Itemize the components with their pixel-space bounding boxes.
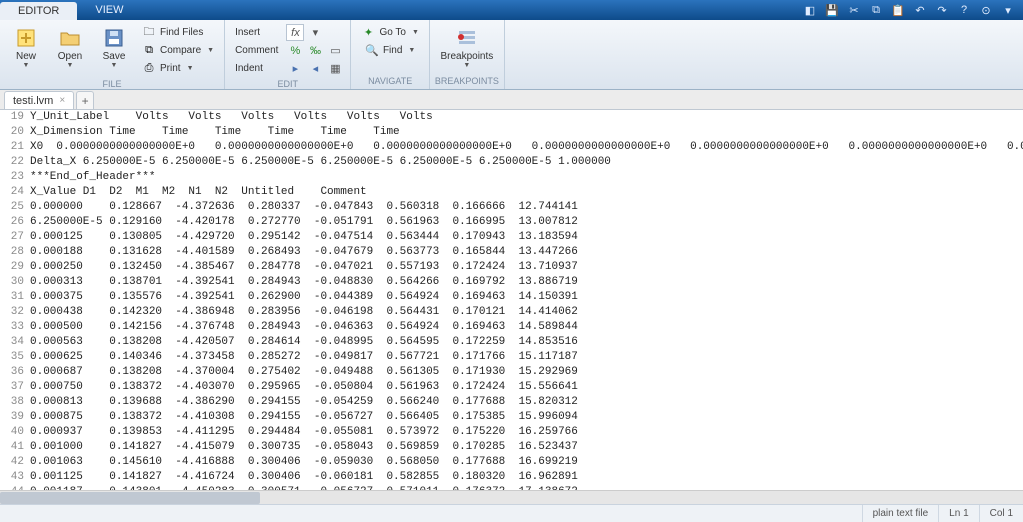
chevron-down-icon: ▼ xyxy=(67,62,74,69)
print-button[interactable]: ⎙ Print ▼ xyxy=(138,60,218,77)
open-folder-icon xyxy=(59,27,81,49)
status-col: Col 1 xyxy=(979,505,1023,522)
print-icon: ⎙ xyxy=(142,62,156,76)
app-tab-strip: EDITOR VIEW ◧ 💾 ✂ ⧉ 📋 ↶ ↷ ? ⊙ ▾ xyxy=(0,0,1023,20)
scrollbar-thumb[interactable] xyxy=(0,492,260,504)
insert-button[interactable]: Insert xyxy=(231,24,282,41)
code-content[interactable]: Y_Unit_Label Volts Volts Volts Volts Vol… xyxy=(30,110,1023,490)
compare-icon: ⧉ xyxy=(142,44,156,58)
file-tab[interactable]: testi.lvm × xyxy=(4,91,74,109)
save-icon[interactable]: 💾 xyxy=(823,2,841,18)
chevron-down-icon: ▼ xyxy=(187,65,194,72)
close-icon[interactable]: × xyxy=(59,95,65,106)
file-tab-bar: testi.lvm × + xyxy=(0,90,1023,110)
new-file-icon xyxy=(15,27,37,49)
indent-left-icon[interactable]: ◂ xyxy=(306,60,324,77)
find-files-button[interactable]: 🗀 Find Files xyxy=(138,24,218,41)
insert-dropdown-icon[interactable]: ▾ xyxy=(306,24,324,41)
editor-area: 19 20 21 22 23 24 25 26 27 28 29 30 31 3… xyxy=(0,110,1023,490)
chevron-down-icon: ▼ xyxy=(408,47,415,54)
find-icon: 🔍 xyxy=(365,44,379,58)
goto-icon: ✦ xyxy=(361,26,375,40)
save-icon xyxy=(103,27,125,49)
chevron-down-icon: ▼ xyxy=(23,62,30,69)
chevron-down-icon: ▼ xyxy=(111,62,118,69)
wrap-comment-icon[interactable]: ▭ xyxy=(326,42,344,59)
new-button[interactable]: New ▼ xyxy=(6,22,46,74)
add-tab-button[interactable]: + xyxy=(76,91,94,109)
undo-icon[interactable]: ↶ xyxy=(911,2,929,18)
minimize-ribbon-icon[interactable]: ▾ xyxy=(999,2,1017,18)
status-bar: plain text file Ln 1 Col 1 xyxy=(0,504,1023,522)
comment-button[interactable]: Comment xyxy=(231,42,282,59)
status-line: Ln 1 xyxy=(938,505,978,522)
status-filetype: plain text file xyxy=(862,505,939,522)
qa-icon-1[interactable]: ◧ xyxy=(801,2,819,18)
dropdown-icon[interactable]: ⊙ xyxy=(977,2,995,18)
ribbon-group-navigate: ✦ Go To ▼ 🔍 Find ▼ NAVIGATE xyxy=(351,20,429,89)
comment-icon[interactable]: % xyxy=(286,42,304,59)
goto-button[interactable]: ✦ Go To ▼ xyxy=(357,24,422,41)
redo-icon[interactable]: ↷ xyxy=(933,2,951,18)
fx-icon[interactable]: fx xyxy=(286,24,304,41)
line-gutter: 19 20 21 22 23 24 25 26 27 28 29 30 31 3… xyxy=(0,110,30,490)
chevron-down-icon: ▼ xyxy=(463,62,470,69)
group-label-breakpoints: BREAKPOINTS xyxy=(430,76,504,89)
help-icon[interactable]: ? xyxy=(955,2,973,18)
group-label-navigate: NAVIGATE xyxy=(351,76,428,89)
ribbon-group-edit: Insert Comment Indent fx ▾ % ‰ ▭ ▸ ◂ ▦ xyxy=(225,20,351,89)
breakpoints-button[interactable]: Breakpoints ▼ xyxy=(436,22,498,74)
tab-editor[interactable]: EDITOR xyxy=(0,2,77,20)
open-button[interactable]: Open ▼ xyxy=(50,22,90,74)
save-button[interactable]: Save ▼ xyxy=(94,22,134,74)
group-label-edit: EDIT xyxy=(225,79,350,89)
find-button[interactable]: 🔍 Find ▼ xyxy=(361,42,419,59)
smart-indent-icon[interactable]: ▦ xyxy=(326,60,344,77)
paste-icon[interactable]: 📋 xyxy=(889,2,907,18)
file-tab-label: testi.lvm xyxy=(13,95,53,107)
compare-button[interactable]: ⧉ Compare ▼ xyxy=(138,42,218,59)
horizontal-scrollbar[interactable] xyxy=(0,490,1023,504)
ribbon-group-breakpoints: Breakpoints ▼ BREAKPOINTS xyxy=(430,20,505,89)
cut-icon[interactable]: ✂ xyxy=(845,2,863,18)
group-label-file: FILE xyxy=(0,79,224,89)
copy-icon[interactable]: ⧉ xyxy=(867,2,885,18)
quick-access-toolbar: ◧ 💾 ✂ ⧉ 📋 ↶ ↷ ? ⊙ ▾ xyxy=(801,2,1023,18)
find-files-icon: 🗀 xyxy=(142,26,156,40)
uncomment-icon[interactable]: ‰ xyxy=(306,42,324,59)
tab-view[interactable]: VIEW xyxy=(77,0,141,20)
chevron-down-icon: ▼ xyxy=(207,47,214,54)
ribbon-group-file: New ▼ Open ▼ Save ▼ 🗀 Find Files ⧉ xyxy=(0,20,225,89)
ribbon: New ▼ Open ▼ Save ▼ 🗀 Find Files ⧉ xyxy=(0,20,1023,90)
indent-button[interactable]: Indent xyxy=(231,60,282,77)
chevron-down-icon: ▼ xyxy=(412,29,419,36)
breakpoints-icon xyxy=(456,27,478,49)
indent-right-icon[interactable]: ▸ xyxy=(286,60,304,77)
